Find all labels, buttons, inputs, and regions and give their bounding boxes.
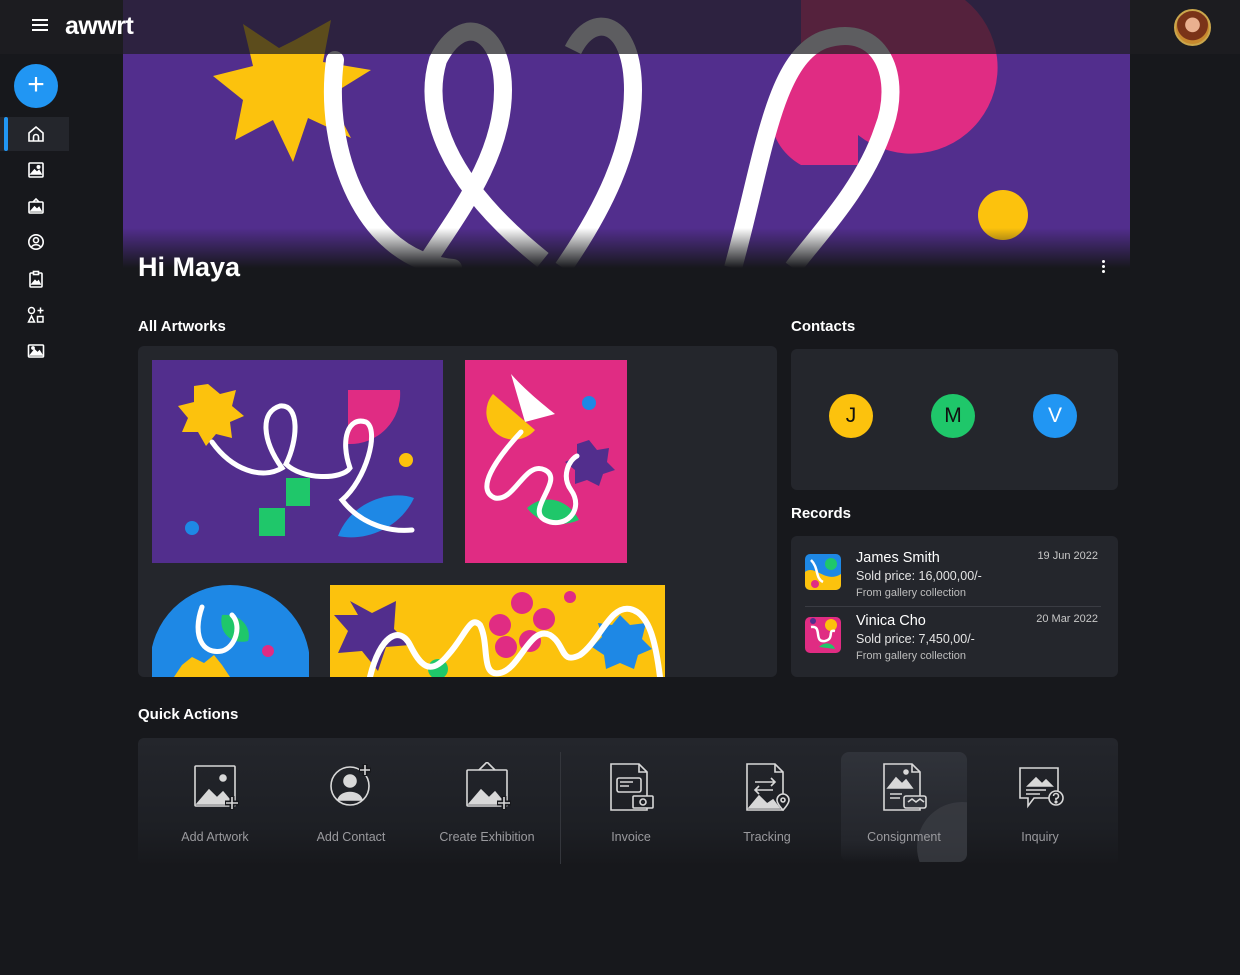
exhibition-icon (28, 197, 44, 214)
create-exhibition-icon (466, 762, 511, 810)
user-avatar[interactable] (1174, 9, 1211, 46)
record-price: Sold price: 7,450,00/- (856, 632, 975, 646)
record-source: From gallery collection (856, 650, 967, 662)
record-source: From gallery collection (856, 587, 967, 599)
image-icon (28, 162, 44, 178)
greeting-title: Hi Maya (138, 252, 241, 282)
record-thumbnail (805, 617, 841, 653)
tracking-label: Tracking (743, 830, 791, 844)
add-artwork-label: Add Artwork (181, 830, 249, 844)
sidebar-item-home[interactable] (0, 117, 69, 151)
all-artworks-title: All Artworks (138, 318, 226, 335)
contact-avatar-j[interactable]: J (829, 394, 873, 438)
contact-avatar-v[interactable]: V (1033, 394, 1077, 438)
shapes-icon (27, 306, 44, 323)
clipboard-icon (29, 270, 43, 288)
sidebar: + (0, 54, 72, 975)
inquiry-label: Inquiry (1021, 830, 1059, 844)
artwork-card[interactable] (152, 360, 443, 563)
app-logo[interactable]: awwrt (65, 12, 134, 41)
plus-icon: + (27, 68, 45, 101)
more-vertical-icon[interactable] (1097, 260, 1109, 276)
record-date: 20 Mar 2022 (1036, 613, 1098, 625)
records-title: Records (791, 505, 852, 522)
artwork-card[interactable] (465, 360, 627, 563)
artworks-panel (138, 346, 777, 677)
create-exhibition-label: Create Exhibition (439, 830, 535, 844)
quick-actions-title: Quick Actions (138, 706, 239, 723)
add-contact-button[interactable]: Add Contact (288, 752, 414, 862)
record-date: 19 Jun 2022 (1037, 550, 1098, 562)
sidebar-item-artworks[interactable] (0, 153, 69, 187)
create-exhibition-button[interactable]: Create Exhibition (424, 752, 550, 862)
sidebar-item-contacts[interactable] (0, 225, 69, 259)
hamburger-menu-icon[interactable] (28, 16, 52, 38)
record-price: Sold price: 16,000,00/- (856, 569, 982, 583)
sidebar-item-gallery[interactable] (0, 334, 69, 368)
record-thumbnail (805, 554, 841, 590)
home-icon (28, 125, 44, 142)
sidebar-item-exhibitions[interactable] (0, 189, 69, 223)
top-app-bar: awwrt (0, 0, 1240, 54)
tracking-icon (746, 763, 790, 812)
inquiry-button[interactable]: Inquiry (977, 752, 1103, 862)
contacts-title: Contacts (791, 318, 856, 335)
sidebar-item-quick-actions[interactable] (0, 298, 69, 332)
invoice-button[interactable]: Invoice (568, 752, 694, 862)
invoice-label: Invoice (611, 830, 651, 844)
gallery-icon (27, 344, 45, 358)
user-circle-icon (28, 234, 44, 250)
add-contact-icon (330, 764, 371, 806)
records-panel: James Smith Sold price: 16,000,00/- From… (791, 536, 1118, 677)
artwork-card[interactable] (330, 585, 665, 677)
record-item[interactable]: Vinica Cho Sold price: 7,450,00/- From g… (805, 607, 1101, 667)
tracking-button[interactable]: Tracking (704, 752, 830, 862)
record-item[interactable]: James Smith Sold price: 16,000,00/- From… (805, 544, 1101, 604)
contact-avatar-m[interactable]: M (931, 394, 975, 438)
add-button[interactable]: + (14, 64, 58, 108)
contacts-panel: J M V (791, 349, 1118, 490)
consignment-label: Consignment (867, 830, 941, 844)
record-name: Vinica Cho (856, 613, 926, 629)
add-artwork-icon (194, 765, 239, 810)
record-name: James Smith (856, 550, 940, 566)
artwork-card[interactable] (152, 585, 309, 677)
inquiry-icon (1019, 767, 1064, 809)
consignment-button[interactable]: Consignment (841, 752, 967, 862)
invoice-icon (610, 763, 654, 811)
quick-actions-panel: Add Artwork Add Contact Create Exhibitio… (138, 738, 1118, 866)
sidebar-item-records[interactable] (0, 262, 69, 296)
add-contact-label: Add Contact (316, 830, 386, 844)
consignment-icon (883, 763, 927, 811)
quick-actions-divider (560, 752, 561, 864)
add-artwork-button[interactable]: Add Artwork (152, 752, 278, 862)
